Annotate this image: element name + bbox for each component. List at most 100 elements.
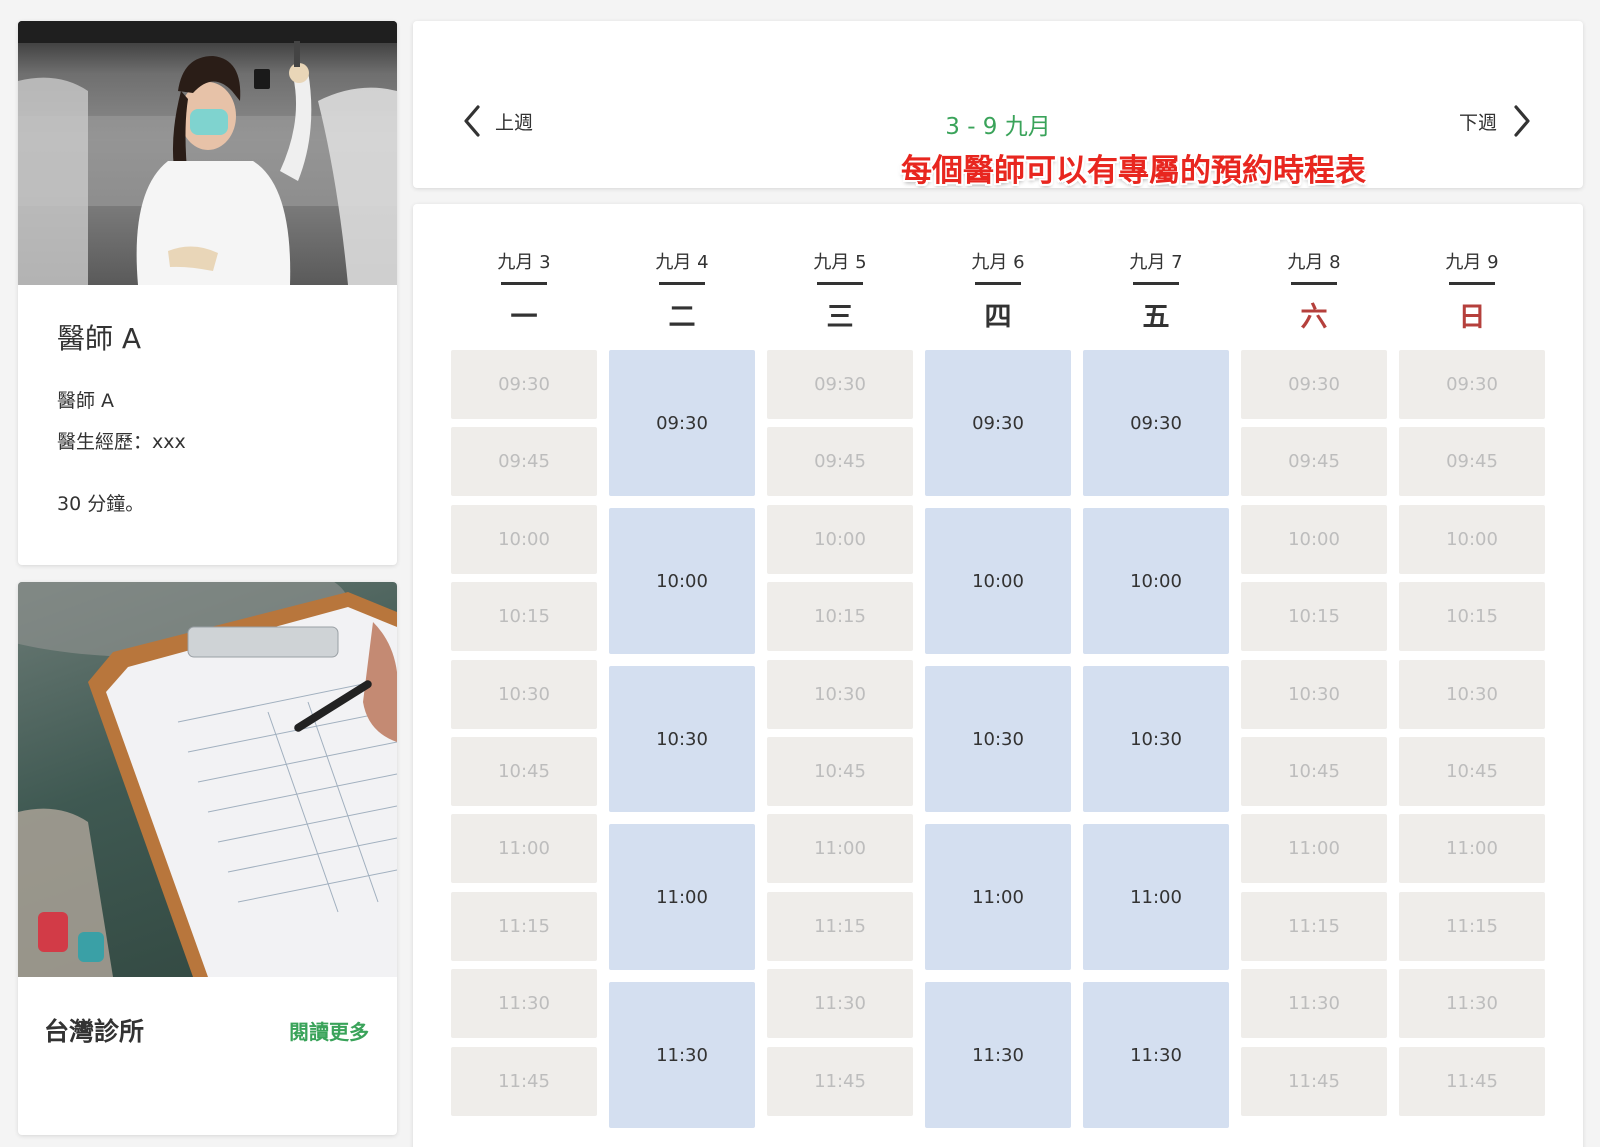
available-time-slot[interactable]: 11:00 bbox=[609, 824, 755, 970]
day-weekday: 二 bbox=[668, 302, 696, 333]
unavailable-time-slot: 10:15 bbox=[1399, 582, 1545, 652]
available-time-slot[interactable]: 09:30 bbox=[925, 350, 1071, 496]
day-weekday: 三 bbox=[826, 302, 854, 333]
clinic-name: 台灣診所 bbox=[44, 1017, 145, 1046]
unavailable-time-slot: 09:30 bbox=[1241, 350, 1387, 419]
unavailable-time-slot: 11:30 bbox=[1241, 969, 1387, 1039]
day-header: 九月 4 二 bbox=[609, 248, 755, 334]
available-time-slot[interactable]: 10:00 bbox=[1083, 508, 1229, 654]
day-date: 九月 8 bbox=[1287, 252, 1341, 273]
day-underline bbox=[1449, 282, 1495, 285]
doctor-name: 醫師 A bbox=[57, 322, 142, 355]
day-underline bbox=[1133, 282, 1179, 285]
unavailable-time-slot: 10:45 bbox=[1399, 737, 1545, 806]
unavailable-time-slot: 11:45 bbox=[451, 1046, 597, 1116]
day-weekday: 日 bbox=[1458, 302, 1486, 333]
unavailable-time-slot: 11:15 bbox=[451, 891, 597, 961]
unavailable-time-slot: 10:30 bbox=[767, 659, 913, 729]
day-date: 九月 3 bbox=[497, 252, 551, 273]
available-time-slot[interactable]: 09:30 bbox=[609, 350, 755, 496]
available-time-slot[interactable]: 10:30 bbox=[925, 666, 1071, 812]
annotation-text: 每個醫師可以有專屬的預約時程表 bbox=[901, 153, 1366, 188]
unavailable-time-slot: 11:30 bbox=[767, 969, 913, 1039]
available-time-slot[interactable]: 10:30 bbox=[609, 666, 755, 812]
day-weekday: 四 bbox=[984, 302, 1012, 333]
day-underline bbox=[659, 282, 705, 285]
clinic-card: 台灣診所 閱讀更多 bbox=[18, 582, 397, 1135]
unavailable-time-slot: 11:00 bbox=[767, 814, 913, 884]
doctor-description-title: 醫師 A bbox=[57, 390, 115, 412]
day-weekday: 五 bbox=[1142, 302, 1170, 333]
day-date: 九月 4 bbox=[655, 252, 709, 273]
day-date: 九月 6 bbox=[971, 252, 1025, 273]
day-date: 九月 9 bbox=[1445, 252, 1499, 273]
day-weekday: 一 bbox=[510, 302, 538, 333]
unavailable-time-slot: 09:45 bbox=[1241, 427, 1387, 497]
available-time-slot[interactable]: 10:00 bbox=[925, 508, 1071, 654]
unavailable-time-slot: 11:45 bbox=[1241, 1046, 1387, 1116]
day-date: 九月 5 bbox=[813, 252, 867, 273]
unavailable-time-slot: 10:45 bbox=[1241, 737, 1387, 806]
unavailable-time-slot: 11:45 bbox=[767, 1046, 913, 1116]
unavailable-time-slot: 10:00 bbox=[1399, 504, 1545, 574]
clinic-photo-illustration bbox=[18, 582, 397, 977]
available-time-slot[interactable]: 11:30 bbox=[609, 982, 755, 1128]
unavailable-time-slot: 10:15 bbox=[1241, 582, 1387, 652]
unavailable-time-slot: 09:30 bbox=[767, 350, 913, 419]
unavailable-time-slot: 10:15 bbox=[767, 582, 913, 652]
chevron-right-icon bbox=[1514, 105, 1530, 137]
day-underline bbox=[501, 282, 547, 285]
unavailable-time-slot: 09:30 bbox=[451, 350, 597, 419]
day-underline bbox=[817, 282, 863, 285]
day-header: 九月 5 三 bbox=[767, 248, 913, 334]
available-time-slot[interactable]: 11:00 bbox=[925, 824, 1071, 970]
unavailable-time-slot: 11:15 bbox=[767, 891, 913, 961]
unavailable-time-slot: 10:45 bbox=[451, 737, 597, 806]
doctor-photo bbox=[18, 21, 397, 285]
unavailable-time-slot: 10:30 bbox=[1399, 659, 1545, 729]
unavailable-time-slot: 10:00 bbox=[1241, 504, 1387, 574]
unavailable-time-slot: 09:45 bbox=[767, 427, 913, 497]
available-time-slot[interactable]: 11:30 bbox=[925, 982, 1071, 1128]
day-header: 九月 6 四 bbox=[925, 248, 1071, 334]
unavailable-time-slot: 10:30 bbox=[1241, 659, 1387, 729]
read-more-link[interactable]: 閱讀更多 bbox=[289, 1016, 369, 1045]
day-header: 九月 8 六 bbox=[1241, 248, 1387, 334]
unavailable-time-slot: 11:00 bbox=[1241, 814, 1387, 884]
available-time-slot[interactable]: 11:30 bbox=[1083, 982, 1229, 1128]
unavailable-time-slot: 09:45 bbox=[451, 427, 597, 497]
unavailable-time-slot: 11:30 bbox=[451, 969, 597, 1039]
unavailable-time-slot: 10:00 bbox=[451, 504, 597, 574]
next-week-button[interactable]: 下週 bbox=[1459, 105, 1531, 137]
day-header: 九月 3 一 bbox=[451, 248, 597, 334]
day-header: 九月 7 五 bbox=[1083, 248, 1229, 334]
clinic-photo bbox=[18, 582, 397, 977]
day-underline bbox=[975, 282, 1021, 285]
unavailable-time-slot: 11:00 bbox=[451, 814, 597, 884]
appointment-duration: 30 分鐘。 bbox=[57, 493, 145, 515]
unavailable-time-slot: 11:45 bbox=[1399, 1046, 1545, 1116]
unavailable-time-slot: 11:15 bbox=[1241, 891, 1387, 961]
unavailable-time-slot: 11:30 bbox=[1399, 969, 1545, 1039]
next-week-label: 下週 bbox=[1458, 111, 1497, 134]
unavailable-time-slot: 10:30 bbox=[451, 659, 597, 729]
schedule-grid: 九月 3 一 09:30 09:45 10:00 10:15 10:30 10:45 11:00… bbox=[413, 204, 1583, 1147]
available-time-slot[interactable]: 10:00 bbox=[609, 508, 755, 654]
unavailable-time-slot: 10:00 bbox=[767, 504, 913, 574]
week-range: 3 - 9 九月 bbox=[945, 114, 1051, 140]
week-navigation-header: 上週 3 - 9 九月 下週 每個醫師可以有專屬的預約時程表 bbox=[413, 21, 1583, 188]
doctor-experience: 醫生經歷：xxx bbox=[57, 431, 186, 453]
available-time-slot[interactable]: 09:30 bbox=[1083, 350, 1229, 496]
day-date: 九月 7 bbox=[1129, 252, 1183, 273]
unavailable-time-slot: 10:15 bbox=[451, 582, 597, 652]
unavailable-time-slot: 11:00 bbox=[1399, 814, 1545, 884]
unavailable-time-slot: 11:15 bbox=[1399, 891, 1545, 961]
doctor-photo-illustration bbox=[18, 21, 397, 285]
day-weekday: 六 bbox=[1300, 302, 1328, 333]
doctor-card: 醫師 A 醫師 A 醫生經歷：xxx 30 分鐘。 bbox=[18, 21, 397, 565]
unavailable-time-slot: 09:45 bbox=[1399, 427, 1545, 497]
unavailable-time-slot: 10:45 bbox=[767, 737, 913, 806]
day-header: 九月 9 日 bbox=[1399, 248, 1545, 334]
available-time-slot[interactable]: 11:00 bbox=[1083, 824, 1229, 970]
available-time-slot[interactable]: 10:30 bbox=[1083, 666, 1229, 812]
